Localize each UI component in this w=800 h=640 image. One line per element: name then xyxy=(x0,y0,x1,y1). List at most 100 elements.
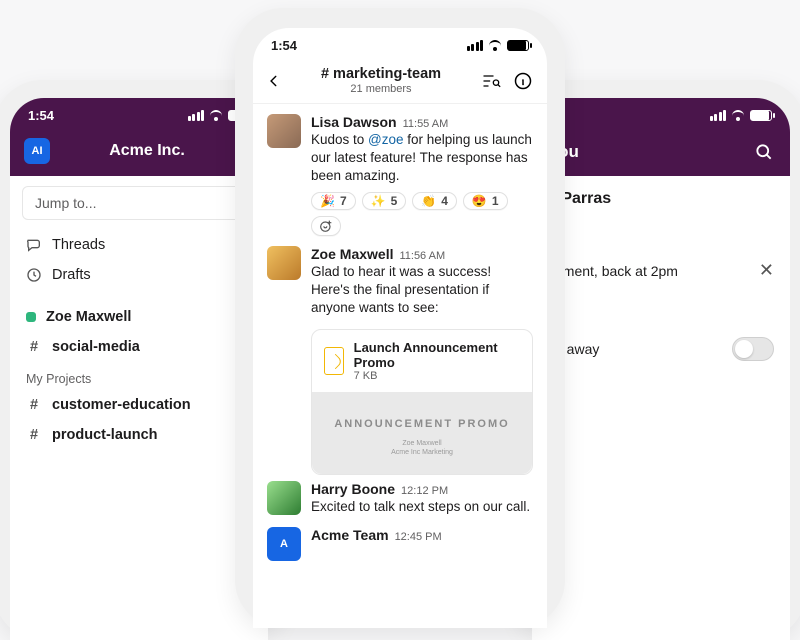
reaction[interactable]: 🎉7 xyxy=(311,192,356,210)
attachment-header: Launch Announcement Promo 7 KB xyxy=(312,330,532,392)
message-author: Zoe Maxwell xyxy=(311,246,393,262)
message[interactable]: Lisa Dawson 11:55 AM Kudos to @zoe for h… xyxy=(267,108,533,240)
phone-frame-center: 1:54 # marketing-team 21 members xyxy=(235,8,565,628)
sidebar-item-label: customer-education xyxy=(52,397,191,413)
message[interactable]: Zoe Maxwell 11:56 AM Glad to hear it was… xyxy=(267,240,533,322)
attachment-size: 7 KB xyxy=(354,370,520,382)
drafts-icon xyxy=(26,267,42,283)
message-time: 12:45 PM xyxy=(395,531,442,543)
nav-threads[interactable]: Threads xyxy=(10,230,268,260)
info-icon[interactable] xyxy=(511,69,535,93)
mention[interactable]: @zoe xyxy=(368,132,403,147)
sidebar-item-channel[interactable]: # customer-education xyxy=(10,390,268,420)
status-indicators xyxy=(710,108,773,122)
status-indicators xyxy=(467,38,530,52)
avatar[interactable] xyxy=(267,114,301,148)
search-icon[interactable] xyxy=(754,142,774,162)
status-bar: 1:54 xyxy=(532,98,790,132)
sidebar-item-channel[interactable]: # social-media xyxy=(10,332,268,362)
message[interactable]: A Acme Team 12:45 PM xyxy=(267,521,533,565)
reaction-emoji: 👏 xyxy=(421,194,436,208)
workspace-logo: AI xyxy=(24,138,50,164)
threads-icon xyxy=(26,237,42,253)
battery-icon xyxy=(750,110,772,121)
sidebar-item-label: product-launch xyxy=(52,427,158,443)
reaction-count: 1 xyxy=(492,194,499,208)
cellular-icon xyxy=(188,110,205,121)
avatar[interactable]: A xyxy=(267,527,301,561)
reaction-count: 4 xyxy=(441,194,448,208)
back-button[interactable] xyxy=(265,67,283,95)
clear-status-icon[interactable]: ✕ xyxy=(759,260,774,281)
channel-title-wrap[interactable]: # marketing-team 21 members xyxy=(291,66,471,95)
reaction[interactable]: ✨5 xyxy=(362,192,407,210)
dnd-row[interactable]: rb xyxy=(548,291,774,327)
nav-threads-label: Threads xyxy=(52,237,105,253)
wifi-icon xyxy=(731,108,745,122)
status-time: 1:54 xyxy=(28,108,54,123)
hash-icon: # xyxy=(26,397,42,413)
you-body: a Parras intment, back at 2pm ✕ rb as aw… xyxy=(532,176,790,385)
nav-drafts[interactable]: Drafts xyxy=(10,260,268,290)
sidebar-item-label: social-media xyxy=(52,339,140,355)
wifi-icon xyxy=(209,108,223,122)
attachment[interactable]: Launch Announcement Promo 7 KB ANNOUNCEM… xyxy=(311,329,533,475)
reaction[interactable]: 😍1 xyxy=(463,192,508,210)
message-body: Glad to hear it was a success! Here's th… xyxy=(311,263,533,318)
channel-header: # marketing-team 21 members xyxy=(253,62,547,104)
screen-right: 1:54 You a Parras intment, back at 2pm xyxy=(532,98,790,640)
message-body: Excited to talk next steps on our call. xyxy=(311,498,533,516)
message-body: Kudos to @zoe for helping us launch our … xyxy=(311,131,533,186)
channel-members: 21 members xyxy=(291,83,471,95)
reaction[interactable]: 👏4 xyxy=(412,192,457,210)
file-icon xyxy=(324,347,344,375)
screen-center: 1:54 # marketing-team 21 members xyxy=(253,28,547,628)
sidebar-item-dm[interactable]: Zoe Maxwell xyxy=(10,302,268,332)
reactions: 🎉7 ✨5 👏4 😍1 xyxy=(311,192,533,236)
jump-to-placeholder: Jump to... xyxy=(35,195,96,211)
reaction-emoji: ✨ xyxy=(371,194,386,208)
cellular-icon xyxy=(710,110,727,121)
message-list: Lisa Dawson 11:55 AM Kudos to @zoe for h… xyxy=(253,104,547,565)
hash-icon: # xyxy=(26,339,42,355)
attachment-title: Launch Announcement Promo xyxy=(354,340,520,370)
reaction-count: 5 xyxy=(391,194,398,208)
message-time: 11:55 AM xyxy=(403,118,449,130)
message-time: 12:12 PM xyxy=(401,485,448,497)
message-author: Harry Boone xyxy=(311,481,395,497)
status-text: intment, back at 2pm xyxy=(548,263,678,279)
hash-icon: # xyxy=(26,427,42,443)
preview-line: Acme Inc Marketing xyxy=(312,449,532,456)
jump-to-input[interactable]: Jump to... xyxy=(22,186,256,220)
add-reaction-button[interactable] xyxy=(311,216,341,236)
channel-name: # marketing-team xyxy=(291,66,471,82)
battery-icon xyxy=(507,40,529,51)
profile-display-name: a Parras xyxy=(548,190,774,208)
preview-line: Zoe Maxwell xyxy=(312,440,532,447)
wifi-icon xyxy=(488,38,502,52)
message-author: Acme Team xyxy=(311,527,389,543)
attachment-preview: ANNOUNCEMENT PROMO Zoe Maxwell Acme Inc … xyxy=(312,392,532,474)
filter-search-icon[interactable] xyxy=(479,69,503,93)
cellular-icon xyxy=(467,40,484,51)
nav-drafts-label: Drafts xyxy=(52,267,91,283)
sidebar-section-title: My Projects xyxy=(10,362,268,390)
presence-icon xyxy=(26,312,36,322)
reaction-emoji: 😍 xyxy=(472,194,487,208)
status-bar: 1:54 xyxy=(253,28,547,62)
preview-title: ANNOUNCEMENT PROMO xyxy=(312,418,532,430)
message[interactable]: Harry Boone 12:12 PM Excited to talk nex… xyxy=(267,475,533,520)
away-row: as away xyxy=(548,327,774,371)
message-author: Lisa Dawson xyxy=(311,114,397,130)
message-time: 11:56 AM xyxy=(399,250,445,262)
away-toggle[interactable] xyxy=(732,337,774,361)
avatar[interactable] xyxy=(267,246,301,280)
screen-left: 1:54 AI Acme Inc. Jump to... Threads xyxy=(10,98,268,640)
reaction-emoji: 🎉 xyxy=(320,194,335,208)
status-row[interactable]: intment, back at 2pm ✕ xyxy=(548,250,774,291)
workspace-name: Acme Inc. xyxy=(60,142,234,160)
workspace-header[interactable]: AI Acme Inc. xyxy=(10,132,268,176)
avatar[interactable] xyxy=(267,481,301,515)
sidebar-item-channel[interactable]: # product-launch xyxy=(10,420,268,450)
you-header: You xyxy=(532,132,790,176)
